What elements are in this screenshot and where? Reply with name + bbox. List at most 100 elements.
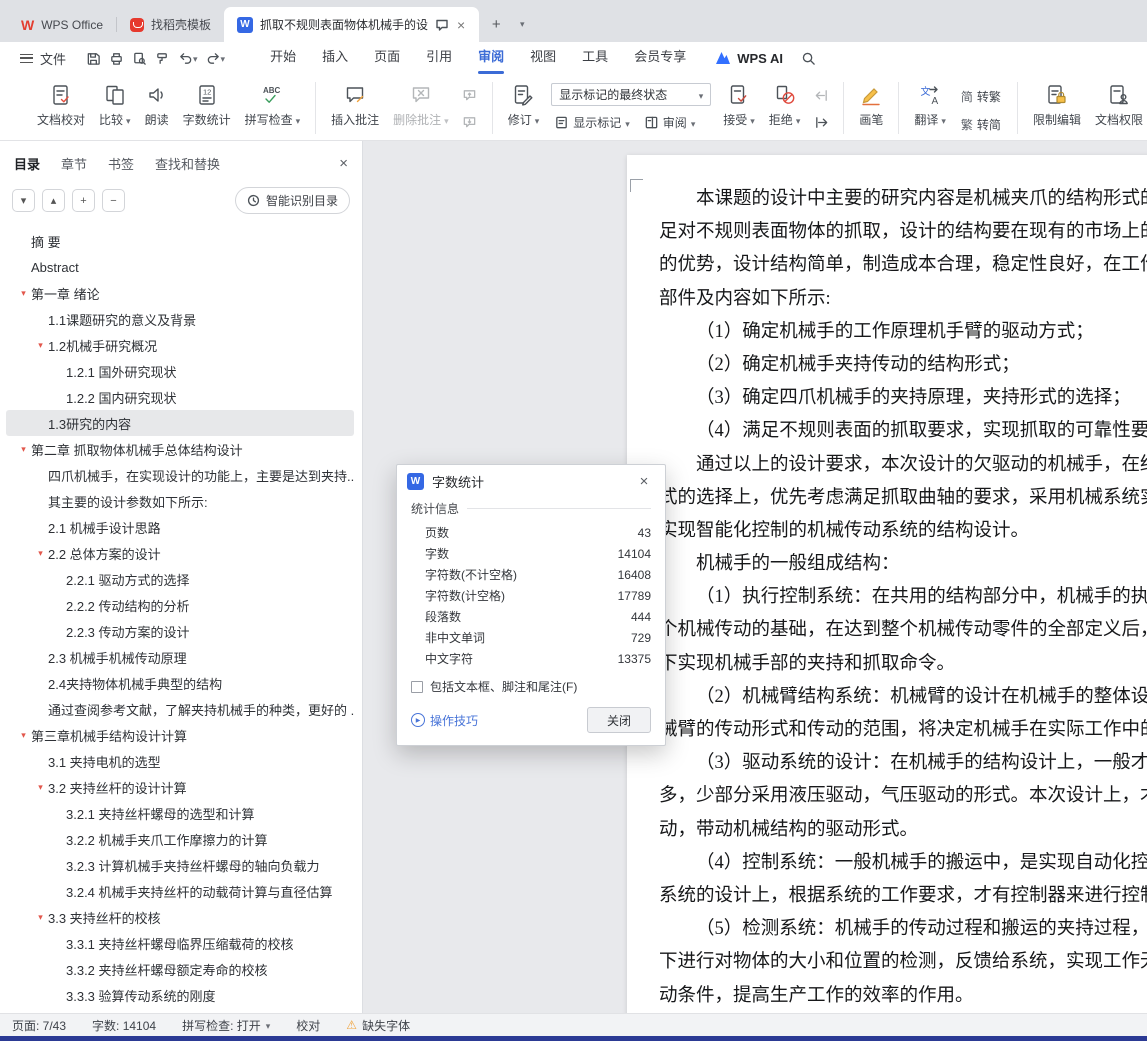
toc-item[interactable]: 3.2.1 夹持丝杆螺母的选型和计算 <box>6 800 354 826</box>
tab-current-document[interactable]: W 抓取不规则表面物体机械手的设 × <box>224 7 480 42</box>
menu-tab[interactable]: 工具 <box>569 42 621 74</box>
toc-item[interactable]: 2.3 机械手机械传动原理 <box>6 644 354 670</box>
toc-item[interactable]: 通过查阅参考文献，了解夹持机械手的种类，更好的 ... <box>6 696 354 722</box>
dialog-close-icon[interactable]: × <box>633 473 655 490</box>
search-button[interactable] <box>797 46 820 70</box>
translate-button[interactable]: 文A 翻译 <box>907 80 953 131</box>
tab-wps-office[interactable]: W WPS Office <box>8 7 116 42</box>
close-pane-icon[interactable]: × <box>339 155 348 172</box>
toc-item[interactable]: 2.2 总体方案的设计 <box>6 540 354 566</box>
word-count-button[interactable]: 12 字数统计 <box>176 80 238 131</box>
tab-docer-templates[interactable]: 找稻壳模板 <box>117 7 224 42</box>
toc-item[interactable]: 3.1 夹持电机的选型 <box>6 748 354 774</box>
pen-button[interactable]: 画笔 <box>852 80 890 131</box>
reject-change-button[interactable]: 拒绝 <box>762 80 808 131</box>
format-painter-button[interactable] <box>151 46 174 70</box>
markup-state-select[interactable]: 显示标记的最终状态 <box>551 83 712 106</box>
toc-expand-icon[interactable] <box>33 912 48 923</box>
toc-item[interactable]: 3.2.4 机械手夹持丝杆的动载荷计算与直径估算 <box>6 878 354 904</box>
toc-item[interactable]: 1.1课题研究的意义及背景 <box>6 306 354 332</box>
spell-check-dropdown-icon[interactable] <box>266 1018 271 1032</box>
close-tab-icon[interactable]: × <box>456 17 466 33</box>
toc-expand-icon[interactable] <box>16 288 31 299</box>
show-markup-button[interactable]: 显示标记 <box>551 112 633 133</box>
toc-item[interactable]: 3.3.2 夹持丝杆螺母额定寿命的校核 <box>6 956 354 982</box>
smart-toc-button[interactable]: 智能识别目录 <box>234 187 350 214</box>
toc-item[interactable]: 3.2 夹持丝杆的设计计算 <box>6 774 354 800</box>
promote-button[interactable]: + <box>72 189 95 212</box>
compare-button[interactable]: 比较 <box>92 80 138 131</box>
redo-dropdown-icon[interactable] <box>221 51 226 65</box>
toc-item[interactable]: 1.2.2 国内研究现状 <box>6 384 354 410</box>
menu-tab[interactable]: 视图 <box>517 42 569 74</box>
toc-item[interactable]: Abstract <box>6 254 354 280</box>
toc-item[interactable]: 3.2.2 机械手夹爪工作摩擦力的计算 <box>6 826 354 852</box>
menu-tab[interactable]: 引用 <box>413 42 465 74</box>
demote-button[interactable]: − <box>102 189 125 212</box>
toc-item[interactable]: 2.2.3 传动方案的设计 <box>6 618 354 644</box>
review-pane-button[interactable]: 审阅 <box>641 112 699 133</box>
toc-item[interactable]: 1.2机械手研究概况 <box>6 332 354 358</box>
toc-expand-icon[interactable] <box>16 730 31 741</box>
toc-item[interactable]: 3.3.1 夹持丝杆螺母临界压缩载荷的校核 <box>6 930 354 956</box>
dialog-title-bar[interactable]: W 字数统计 × <box>397 465 665 498</box>
document-proofing-button[interactable]: 文档校对 <box>30 80 92 131</box>
tab-find-replace[interactable]: 查找和替换 <box>155 154 220 173</box>
redo-button[interactable] <box>202 46 230 70</box>
dialog-close-button[interactable]: 关闭 <box>587 707 651 733</box>
toc-item[interactable]: 1.3研究的内容 <box>6 410 354 436</box>
undo-dropdown-icon[interactable] <box>193 51 198 65</box>
to-traditional-button[interactable]: 简 转繁 <box>958 86 1004 107</box>
spell-check-indicator[interactable]: 拼写检查: 打开 <box>182 1017 270 1034</box>
menu-tab[interactable]: 页面 <box>361 42 413 74</box>
file-menu-button[interactable]: 文件 <box>12 45 74 71</box>
toc-item[interactable]: 四爪机械手，在实现设计的功能上，主要是达到夹持... <box>6 462 354 488</box>
menu-tab[interactable]: 会员专享 <box>621 42 699 74</box>
page-indicator[interactable]: 页面: 7/43 <box>12 1017 66 1034</box>
missing-font-warning[interactable]: ⚠ 缺失字体 <box>346 1017 410 1034</box>
restrict-editing-button[interactable]: 限制编辑 <box>1026 80 1088 131</box>
spell-check-button[interactable]: ABC 拼写检查 <box>238 80 308 131</box>
accept-change-button[interactable]: 接受 <box>716 80 762 131</box>
read-aloud-button[interactable]: 朗读 <box>138 80 176 131</box>
toc-expand-icon[interactable] <box>33 340 48 351</box>
checkbox-icon[interactable] <box>411 680 423 693</box>
toc-item[interactable]: 其主要的设计参数如下所示: <box>6 488 354 514</box>
document-permission-button[interactable]: 文档权限 <box>1088 80 1147 131</box>
collapse-all-button[interactable]: ▾ <box>12 189 35 212</box>
toc-item[interactable]: 2.4夹持物体机械手典型的结构 <box>6 670 354 696</box>
word-count-indicator[interactable]: 字数: 14104 <box>92 1017 156 1034</box>
menu-tab[interactable]: 插入 <box>309 42 361 74</box>
toc-item[interactable]: 3.3.3 验算传动系统的刚度 <box>6 982 354 1008</box>
toc-item[interactable]: 3.3 夹持丝杆的校核 <box>6 904 354 930</box>
toc-item[interactable]: 摘 要 <box>6 228 354 254</box>
tips-link[interactable]: ▶ 操作技巧 <box>411 712 478 729</box>
print-preview-button[interactable] <box>128 46 151 70</box>
proofing-indicator[interactable]: 校对 <box>296 1017 320 1034</box>
include-footnotes-checkbox[interactable]: 包括文本框、脚注和尾注(F) <box>411 678 651 695</box>
toc-item[interactable]: 3.2.3 计算机械手夹持丝杆螺母的轴向负载力 <box>6 852 354 878</box>
toc-item[interactable]: 2.2.1 驱动方式的选择 <box>6 566 354 592</box>
undo-button[interactable] <box>174 46 202 70</box>
tab-chapters[interactable]: 章节 <box>61 154 87 173</box>
expand-all-button[interactable]: ▴ <box>42 189 65 212</box>
tab-contents[interactable]: 目录 <box>14 154 40 173</box>
toc-expand-icon[interactable] <box>16 444 31 455</box>
track-changes-button[interactable]: 修订 <box>501 80 547 131</box>
toc-item[interactable]: 2.2.2 传动结构的分析 <box>6 592 354 618</box>
tab-list-dropdown-icon[interactable] <box>513 11 531 37</box>
to-simplified-button[interactable]: 繁 转简 <box>958 114 1004 135</box>
menu-tab[interactable]: 开始 <box>257 42 309 74</box>
tab-bookmarks[interactable]: 书签 <box>108 154 134 173</box>
toc-item[interactable]: 2.1 机械手设计思路 <box>6 514 354 540</box>
toc-expand-icon[interactable] <box>33 782 48 793</box>
save-button[interactable] <box>82 46 105 70</box>
toc-item[interactable]: 第一章 绪论 <box>6 280 354 306</box>
insert-comment-button[interactable]: 插入批注 <box>324 80 386 131</box>
toc-item[interactable]: 第二章 抓取物体机械手总体结构设计 <box>6 436 354 462</box>
print-button[interactable] <box>105 46 128 70</box>
toc-expand-icon[interactable] <box>33 548 48 559</box>
toc-item[interactable]: 1.2.1 国外研究现状 <box>6 358 354 384</box>
document-page[interactable]: 本课题的设计中主要的研究内容是机械夹爪的结构形式的设计，在足对不规则表面物体的抓… <box>627 155 1147 1013</box>
new-tab-button[interactable]: + <box>483 11 509 37</box>
